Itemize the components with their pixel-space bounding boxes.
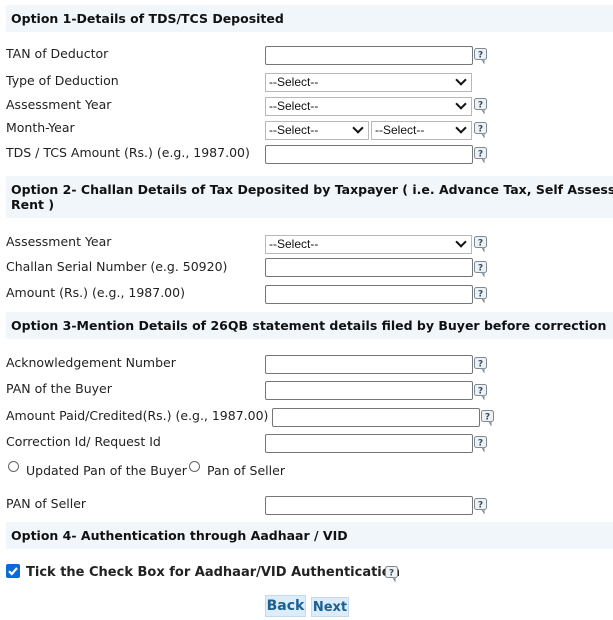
help-icon[interactable]: ? xyxy=(474,436,488,452)
pan-seller-input[interactable] xyxy=(265,496,473,515)
year-select[interactable]: --Select-- xyxy=(371,121,472,140)
help-icon[interactable]: ? xyxy=(474,48,488,64)
option2-amount-input[interactable] xyxy=(265,285,473,304)
help-icon[interactable]: ? xyxy=(385,566,399,582)
assessment-year-selected: --Select-- xyxy=(269,99,319,113)
chevron-down-icon xyxy=(352,122,364,134)
help-icon[interactable]: ? xyxy=(474,287,488,303)
year-selected: --Select-- xyxy=(375,123,425,137)
svg-text:?: ? xyxy=(478,360,483,370)
tds-amount-input[interactable] xyxy=(265,145,473,164)
help-icon[interactable]: ? xyxy=(474,147,488,163)
chevron-down-icon xyxy=(455,98,467,110)
svg-text:?: ? xyxy=(478,264,483,274)
pan-buyer-input[interactable] xyxy=(265,381,473,400)
help-icon[interactable]: ? xyxy=(481,410,495,426)
next-button[interactable]: Next xyxy=(311,597,349,617)
updated-pan-buyer-label: Updated Pan of the Buyer xyxy=(26,463,187,478)
svg-text:?: ? xyxy=(478,239,483,249)
type-of-deduction-select[interactable]: --Select-- xyxy=(265,73,472,92)
acknowledgement-number-label: Acknowledgement Number xyxy=(6,355,176,370)
aadhaar-auth-checkbox[interactable] xyxy=(6,564,20,578)
option3-header: Option 3-Mention Details of 26QB stateme… xyxy=(6,312,613,339)
option2-assessment-year-label: Assessment Year xyxy=(6,234,112,249)
correction-id-input[interactable] xyxy=(265,434,473,453)
amount-paid-input[interactable] xyxy=(272,408,480,427)
acknowledgement-number-input[interactable] xyxy=(265,355,473,374)
svg-text:?: ? xyxy=(478,150,483,160)
option2-assessment-year-selected: --Select-- xyxy=(269,237,319,251)
option2-amount-label: Amount (Rs.) (e.g., 1987.00) xyxy=(6,285,185,300)
chevron-down-icon xyxy=(455,74,467,86)
correction-id-label: Correction Id/ Request Id xyxy=(6,434,161,449)
chevron-down-icon xyxy=(455,122,467,134)
option2-header-line1: Option 2- Challan Details of Tax Deposit… xyxy=(11,182,613,197)
svg-text:?: ? xyxy=(478,125,483,135)
month-select[interactable]: --Select-- xyxy=(265,121,369,140)
challan-serial-number-label: Challan Serial Number (e.g. 50920) xyxy=(6,259,228,274)
option1-header: Option 1-Details of TDS/TCS Deposited xyxy=(6,5,613,32)
aadhaar-auth-label: Tick the Check Box for Aadhaar/VID Authe… xyxy=(26,565,400,580)
updated-pan-buyer-radio[interactable] xyxy=(8,461,19,472)
svg-text:?: ? xyxy=(485,413,490,423)
chevron-down-icon xyxy=(455,236,467,248)
option2-header-line2: Rent ) xyxy=(11,197,55,212)
back-button[interactable]: Back xyxy=(265,595,306,617)
help-icon[interactable]: ? xyxy=(474,498,488,514)
pan-buyer-label: PAN of the Buyer xyxy=(6,381,112,396)
month-selected: --Select-- xyxy=(269,123,319,137)
help-icon[interactable]: ? xyxy=(474,236,488,252)
tan-input[interactable] xyxy=(265,46,473,65)
type-of-deduction-selected: --Select-- xyxy=(269,75,319,89)
help-icon[interactable]: ? xyxy=(474,261,488,277)
challan-serial-number-input[interactable] xyxy=(265,258,473,277)
svg-text:?: ? xyxy=(478,501,483,511)
svg-text:?: ? xyxy=(389,569,394,579)
assessment-year-select[interactable]: --Select-- xyxy=(265,97,472,116)
type-of-deduction-label: Type of Deduction xyxy=(6,73,119,88)
svg-text:?: ? xyxy=(478,387,483,397)
amount-paid-label: Amount Paid/Credited(Rs.) (e.g., 1987.00… xyxy=(6,408,269,423)
option4-header: Option 4- Authentication through Aadhaar… xyxy=(6,522,613,549)
help-icon[interactable]: ? xyxy=(474,384,488,400)
svg-text:?: ? xyxy=(478,101,483,111)
pan-seller-label: PAN of Seller xyxy=(6,496,87,511)
tds-amount-label: TDS / TCS Amount (Rs.) (e.g., 1987.00) xyxy=(6,145,250,160)
svg-text:?: ? xyxy=(478,51,483,61)
option2-header: Option 2- Challan Details of Tax Deposit… xyxy=(6,176,613,218)
svg-text:?: ? xyxy=(478,439,483,449)
assessment-year-label: Assessment Year xyxy=(6,97,112,112)
help-icon[interactable]: ? xyxy=(474,122,488,138)
tan-label: TAN of Deductor xyxy=(6,46,109,61)
pan-seller-radio[interactable] xyxy=(189,461,200,472)
help-icon[interactable]: ? xyxy=(474,357,488,373)
pan-seller-radio-label: Pan of Seller xyxy=(207,463,285,478)
option2-assessment-year-select[interactable]: --Select-- xyxy=(265,235,472,254)
svg-text:?: ? xyxy=(478,290,483,300)
month-year-label: Month-Year xyxy=(6,120,75,135)
help-icon[interactable]: ? xyxy=(474,98,488,114)
